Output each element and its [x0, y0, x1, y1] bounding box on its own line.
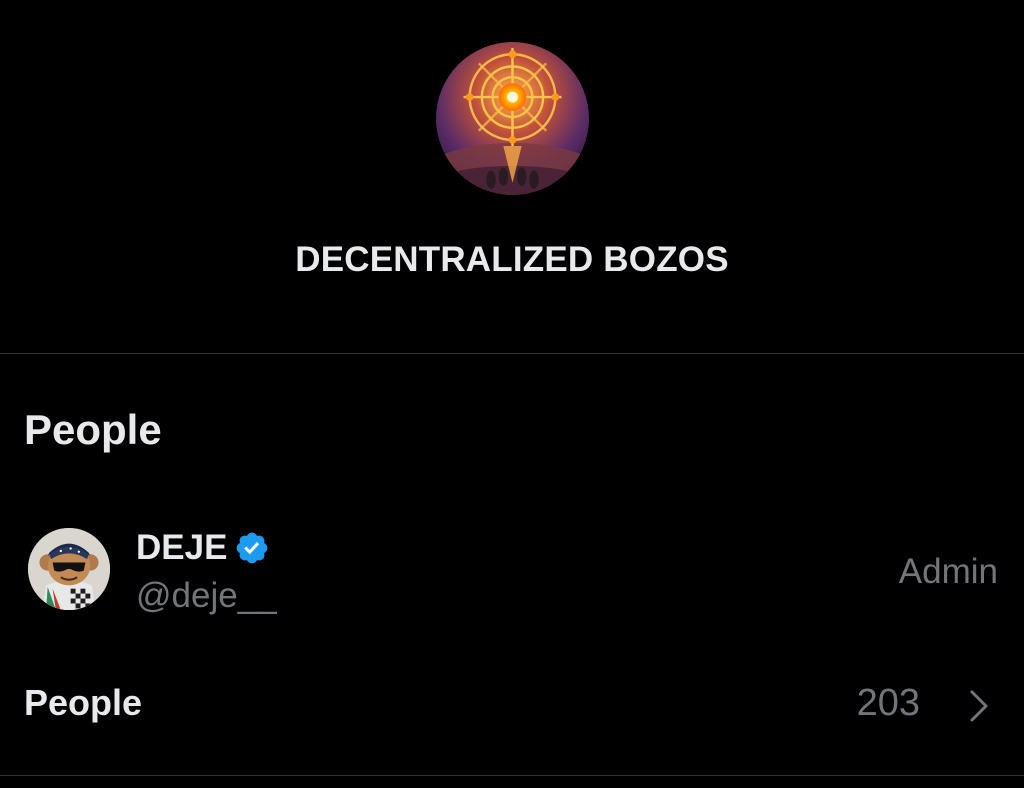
people-row-label: People	[24, 682, 143, 723]
member-row[interactable]: DEJE @deje__ Admin	[0, 520, 1024, 620]
avatar[interactable]	[28, 528, 110, 610]
verified-badge-icon	[236, 532, 268, 564]
group-name: DECENTRALIZED BOZOS	[295, 240, 729, 279]
people-count: 203	[856, 682, 920, 724]
member-avatar-icon	[28, 528, 110, 610]
people-section-heading: People	[24, 406, 162, 453]
group-avatar	[436, 42, 589, 195]
section-divider	[0, 353, 1024, 354]
section-divider	[0, 775, 1024, 776]
chevron-right-icon	[970, 690, 988, 722]
all-people-row[interactable]: People 203	[0, 660, 1024, 750]
member-role-label: Admin	[898, 552, 998, 591]
group-avatar-icon	[436, 42, 589, 195]
member-handle: @deje__	[136, 576, 277, 615]
community-info-page: DECENTRALIZED BOZOS People DEJE @deje__ …	[0, 0, 1024, 788]
member-name: DEJE	[136, 528, 228, 567]
